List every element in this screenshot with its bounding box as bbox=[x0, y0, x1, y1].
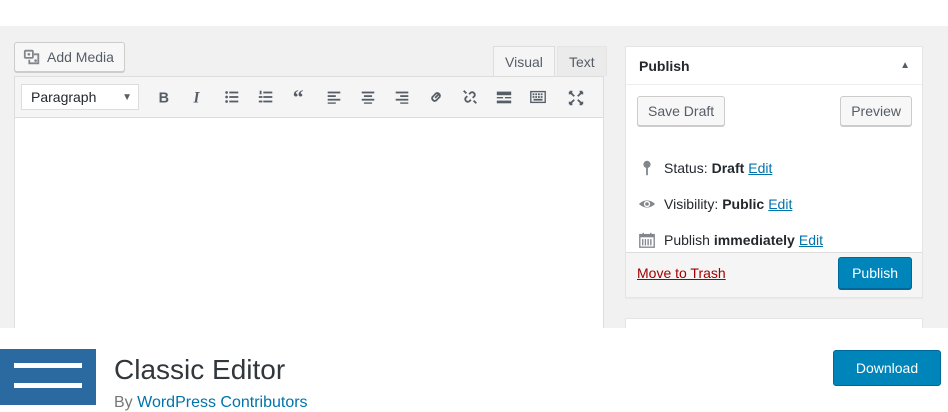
fullscreen-button[interactable] bbox=[559, 83, 593, 113]
blockquote-icon: “ bbox=[293, 88, 304, 106]
link-button[interactable] bbox=[419, 82, 453, 112]
move-to-trash-link[interactable]: Move to Trash bbox=[637, 265, 726, 281]
publish-button[interactable]: Publish bbox=[838, 257, 912, 289]
collapse-arrow-icon[interactable]: ▲ bbox=[900, 60, 910, 71]
publish-box-title: Publish bbox=[639, 57, 690, 74]
visibility-row: Visibility: Public Edit bbox=[638, 194, 792, 214]
pin-icon bbox=[643, 160, 651, 176]
align-center-icon bbox=[361, 91, 375, 104]
tab-visual[interactable]: Visual bbox=[493, 46, 555, 76]
plugin-logo bbox=[0, 349, 96, 405]
bullet-list-icon bbox=[225, 91, 239, 103]
toolbar-toggle-button[interactable] bbox=[521, 82, 555, 112]
status-row: Status: Draft Edit bbox=[638, 158, 772, 178]
visibility-value: Public bbox=[722, 196, 765, 212]
status-value: Draft bbox=[711, 160, 745, 176]
svg-text:I: I bbox=[193, 89, 201, 106]
blockquote-button[interactable]: “ bbox=[283, 82, 317, 112]
align-right-icon bbox=[395, 91, 409, 104]
link-icon bbox=[431, 92, 441, 102]
chevron-down-icon: ▼ bbox=[122, 91, 132, 103]
next-meta-box bbox=[625, 318, 923, 328]
visibility-edit-link[interactable]: Edit bbox=[768, 196, 792, 212]
status-edit-link[interactable]: Edit bbox=[748, 160, 772, 176]
align-center-button[interactable] bbox=[351, 82, 385, 112]
align-left-button[interactable] bbox=[317, 82, 351, 112]
bold-icon: B bbox=[159, 90, 169, 106]
toolbar-toggle-icon bbox=[530, 90, 546, 104]
schedule-edit-link[interactable]: Edit bbox=[799, 232, 823, 248]
svg-text:“: “ bbox=[293, 88, 304, 106]
calendar-icon bbox=[639, 232, 655, 248]
plugin-author: By WordPress Contributors bbox=[114, 394, 308, 412]
download-button[interactable]: Download bbox=[833, 350, 941, 386]
add-media-button[interactable]: Add Media bbox=[14, 42, 125, 72]
add-media-label: Add Media bbox=[47, 49, 114, 65]
italic-button[interactable]: I bbox=[181, 82, 215, 112]
publish-actions: Move to Trash Publish bbox=[626, 252, 922, 297]
logo-line bbox=[14, 363, 82, 368]
editor-toolbar: Paragraph ▼ B I “ bbox=[14, 76, 604, 118]
read-more-button[interactable] bbox=[487, 82, 521, 112]
align-right-button[interactable] bbox=[385, 82, 419, 112]
publish-box-header[interactable]: Publish ▲ bbox=[626, 47, 922, 85]
schedule-value: immediately bbox=[713, 232, 795, 248]
save-draft-button[interactable]: Save Draft bbox=[637, 96, 726, 126]
schedule-label: Publish bbox=[664, 232, 710, 248]
align-left-icon bbox=[327, 91, 341, 104]
fullscreen-icon bbox=[568, 90, 584, 106]
numbered-list-icon bbox=[258, 90, 273, 103]
author-prefix: By bbox=[114, 394, 133, 411]
status-label: Status: bbox=[664, 160, 708, 176]
top-margin bbox=[0, 0, 948, 26]
logo-line bbox=[14, 383, 82, 388]
numbered-list-button[interactable] bbox=[249, 82, 283, 112]
unlink-icon bbox=[463, 90, 477, 104]
preview-button[interactable]: Preview bbox=[840, 96, 912, 126]
plugin-title: Classic Editor bbox=[114, 354, 286, 385]
editor-screen: Add Media Visual Text Paragraph ▼ B I “ bbox=[0, 26, 948, 328]
read-more-icon bbox=[496, 91, 512, 104]
format-select-value: Paragraph bbox=[31, 89, 97, 105]
format-select[interactable]: Paragraph ▼ bbox=[21, 84, 139, 110]
editor-content-area[interactable] bbox=[14, 118, 604, 328]
publish-box: Publish ▲ Save Draft Preview Status: Dra… bbox=[625, 46, 923, 298]
bullet-list-button[interactable] bbox=[215, 82, 249, 112]
unlink-button[interactable] bbox=[453, 82, 487, 112]
media-icon bbox=[23, 49, 40, 65]
eye-icon bbox=[638, 200, 656, 208]
visibility-label: Visibility: bbox=[664, 196, 719, 212]
tab-text[interactable]: Text bbox=[557, 46, 607, 76]
schedule-row: Publish immediately Edit bbox=[638, 230, 823, 250]
italic-icon: I bbox=[193, 89, 201, 106]
author-link[interactable]: WordPress Contributors bbox=[137, 394, 307, 411]
svg-text:B: B bbox=[159, 90, 169, 106]
bold-button[interactable]: B bbox=[147, 82, 181, 112]
plugin-header: Classic Editor By WordPress Contributors… bbox=[0, 328, 948, 411]
